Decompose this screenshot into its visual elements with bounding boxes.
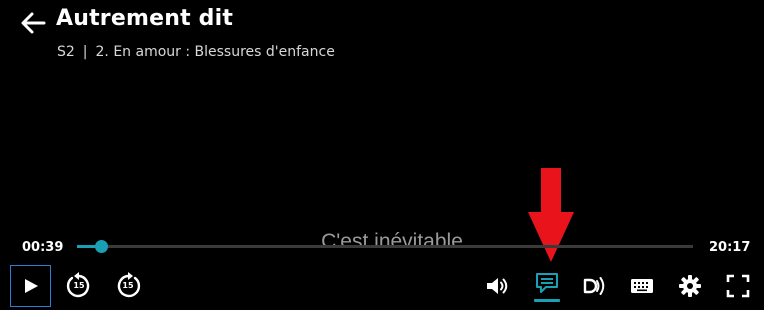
volume-icon xyxy=(487,278,508,294)
episode-title: 2. En amour : Blessures d'enfance xyxy=(95,44,335,60)
rewind-seconds: 15 xyxy=(73,281,85,290)
fullscreen-button[interactable] xyxy=(725,273,751,299)
progress-bar[interactable] xyxy=(77,240,693,253)
video-title: Autrement dit xyxy=(56,6,234,31)
total-time: 20:17 xyxy=(709,240,751,255)
back-arrow-icon[interactable] xyxy=(20,11,46,35)
subtitles-icon xyxy=(536,273,558,293)
play-button[interactable] xyxy=(10,265,51,307)
gear-icon xyxy=(679,275,701,297)
episode-info: S2 | 2. En amour : Blessures d'enfance xyxy=(57,44,335,60)
play-icon xyxy=(24,279,38,293)
audio-description-icon xyxy=(583,277,605,295)
keyboard-shortcuts-button[interactable] xyxy=(630,275,654,297)
season-label: S2 xyxy=(57,44,75,60)
separator: | xyxy=(82,44,88,60)
volume-button[interactable] xyxy=(484,274,510,298)
settings-button[interactable] xyxy=(677,273,703,299)
rewind-15-button[interactable]: 15 xyxy=(64,271,94,301)
forward-seconds: 15 xyxy=(122,281,134,290)
forward-15-button[interactable]: 15 xyxy=(113,271,143,301)
current-time: 00:39 xyxy=(22,240,64,255)
active-indicator xyxy=(534,299,560,302)
subtitles-button[interactable] xyxy=(533,272,561,306)
fullscreen-icon xyxy=(726,274,750,298)
progress-thumb[interactable] xyxy=(95,240,109,253)
subtitle-caption: C'est inévitable xyxy=(321,230,463,253)
keyboard-icon xyxy=(631,279,653,293)
audio-description-button[interactable] xyxy=(582,274,608,298)
